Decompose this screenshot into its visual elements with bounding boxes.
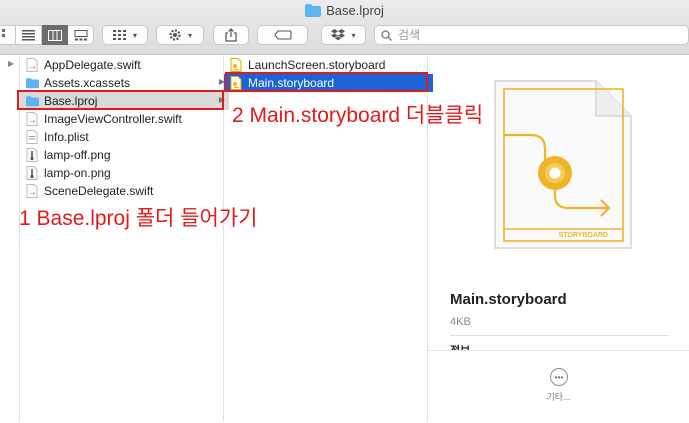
file-name: SceneDelegate.swift <box>44 184 154 198</box>
file-row[interactable]: lamp-on.png <box>20 164 229 182</box>
file-name: LaunchScreen.storyboard <box>248 58 386 72</box>
ellipsis-icon: ••• <box>554 372 564 382</box>
file-row[interactable]: lamp-off.png <box>20 146 229 164</box>
dropbox-button[interactable]: ▾ <box>321 25 366 45</box>
image-file-icon <box>26 148 39 162</box>
window-title: Base.lproj <box>0 3 689 20</box>
gallery-icon <box>74 29 87 40</box>
more-label: 기타... <box>546 392 571 402</box>
share-button[interactable] <box>213 25 249 45</box>
share-icon <box>225 28 237 42</box>
file-name: AppDelegate.swift <box>44 58 141 72</box>
file-row[interactable]: Info.plist <box>20 128 229 146</box>
search-input[interactable] <box>396 27 660 43</box>
swift-file-icon <box>26 184 39 198</box>
folder-icon <box>26 76 39 90</box>
action-button[interactable]: ▾ <box>156 25 204 45</box>
gallery-view-button[interactable] <box>68 25 94 45</box>
search-icon <box>381 29 392 41</box>
chevron-down-icon: ▾ <box>187 30 192 40</box>
preview-info-heading: 정보 <box>450 342 470 350</box>
preview-file-name: Main.storyboard <box>450 291 567 308</box>
file-name: Info.plist <box>44 130 89 144</box>
chevron-down-icon: ▾ <box>351 30 356 40</box>
storyboard-file-icon <box>230 58 243 72</box>
annotation-step-1: 1 Base.lproj 폴더 들어가기 <box>19 207 258 230</box>
grid-icon <box>2 29 5 37</box>
group-button[interactable]: ▾ <box>102 25 148 45</box>
file-name: lamp-off.png <box>44 148 111 162</box>
file-name: Assets.xcassets <box>44 76 131 90</box>
column-view-button[interactable] <box>42 25 68 45</box>
window-title-text: Base.lproj <box>326 3 384 18</box>
document-type-label: STORYBOARD <box>558 232 608 239</box>
tags-button[interactable] <box>257 25 308 45</box>
window-toolbar: Base.lproj ▾ ▾ ▾ <box>0 0 689 55</box>
folder-icon <box>305 4 322 20</box>
list-view-button[interactable] <box>16 25 42 45</box>
preview-divider <box>450 335 669 336</box>
more-button[interactable]: ••• <box>550 368 568 386</box>
preview-file-size: 4KB <box>450 316 471 328</box>
project-files-column[interactable]: AppDelegate.swift Assets.xcassets ▶ Base.lp… <box>20 55 229 422</box>
search-field[interactable] <box>374 25 689 45</box>
icon-view-button[interactable] <box>0 25 16 45</box>
plist-file-icon <box>26 130 39 144</box>
file-row[interactable]: ImageViewController.swift <box>20 110 229 128</box>
expand-arrow-icon: ▶ <box>8 59 15 68</box>
file-name: lamp-on.png <box>44 166 111 180</box>
chevron-down-icon: ▾ <box>132 30 137 40</box>
tag-icon <box>273 30 292 40</box>
storyboard-document-icon <box>494 80 632 249</box>
file-row[interactable]: SceneDelegate.swift <box>20 182 229 200</box>
file-name: ImageViewController.swift <box>44 112 182 126</box>
group-grid-icon <box>112 29 126 40</box>
dropbox-icon <box>331 29 346 41</box>
image-file-icon <box>26 166 39 180</box>
parent-column[interactable]: ▶ <box>0 55 20 422</box>
list-icon <box>22 29 35 40</box>
swift-file-icon <box>26 112 39 126</box>
view-mode-control[interactable] <box>0 25 94 45</box>
swift-file-icon <box>26 58 39 72</box>
gear-icon <box>169 29 181 41</box>
preview-actions-bar: ••• 기타... <box>428 350 689 423</box>
columns-icon <box>47 29 62 41</box>
annotation-box-main-storyboard <box>225 72 428 92</box>
annotation-step-2: 2 Main.storyboard 더블클릭 <box>232 104 484 127</box>
annotation-box-base-lproj <box>17 90 224 110</box>
file-row[interactable]: AppDelegate.swift <box>20 56 229 74</box>
